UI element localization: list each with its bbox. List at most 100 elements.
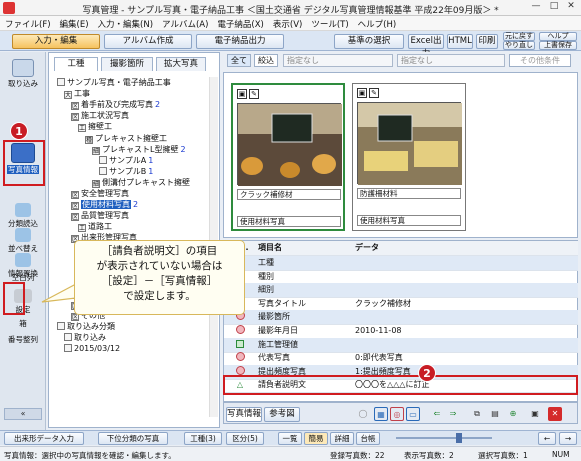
work-type-count-button[interactable]: 工種(3) — [184, 432, 222, 445]
photo-board-icon[interactable]: ▦ — [374, 407, 388, 421]
tab-photo-info[interactable]: 写真情報 — [226, 407, 262, 422]
tree-node-count: 1 — [148, 155, 154, 165]
menu-tools[interactable]: ツール(T) — [306, 16, 352, 30]
tree-node-label: 側溝付プレキャスト擁壁 — [102, 177, 190, 187]
paste-icon[interactable]: ▤ — [488, 407, 502, 421]
other-conditions-button[interactable]: その他条件 — [509, 54, 571, 67]
scale-icon[interactable]: ▭ — [406, 407, 420, 421]
menu-input[interactable]: 入力・編集(N) — [93, 16, 158, 30]
tree-node-type-icon — [99, 166, 107, 175]
tree-node[interactable]: 区施工状況写真 — [71, 111, 131, 122]
menu-delivery[interactable]: 電子納品(X) — [212, 16, 267, 30]
tree-node-count: 2 — [155, 100, 161, 110]
tab-album[interactable]: アルバム作成 — [104, 34, 192, 49]
tree-node[interactable]: 区着手前及び完成写真 2 — [71, 100, 161, 111]
prev-page-button[interactable]: ← — [538, 432, 556, 445]
tab-enlarged[interactable]: 拡大写真 — [156, 57, 206, 71]
tree-node[interactable]: 細プレキャストL型擁壁 2 — [92, 145, 186, 155]
tree-node[interactable]: 区使用材料写真 2 — [71, 200, 138, 211]
minimize-button[interactable]: — — [528, 1, 544, 14]
tree-node[interactable]: サンプルA 1 — [99, 155, 154, 166]
tree-node[interactable]: 取り込み分類 — [57, 322, 117, 332]
division-count-button[interactable]: 区分(5) — [226, 432, 264, 445]
undo-button[interactable]: 元に戻す — [503, 32, 535, 41]
move-down-icon[interactable]: ⇒ — [446, 407, 460, 421]
box-button[interactable]: 箱 — [4, 318, 42, 334]
tree-node-type-icon — [57, 322, 65, 331]
ledger-view-button[interactable]: 台帳 — [356, 432, 380, 445]
tree-node-label: 使用材料写真 — [81, 200, 131, 210]
collapse-sidebar-button[interactable]: « — [4, 408, 42, 420]
as-built-input-button[interactable]: 出来形データ入力 — [4, 432, 84, 445]
tree-node[interactable]: サンプル写真・電子納品工事 — [57, 78, 173, 88]
detail-view-button[interactable]: 詳細 — [330, 432, 354, 445]
property-value[interactable]: 0:即代表写真 — [355, 351, 555, 365]
import-icon — [12, 59, 34, 77]
zoom-slider-thumb[interactable] — [456, 433, 462, 443]
filter-narrow-button[interactable]: 絞込 — [254, 54, 278, 67]
tree-node-type-icon: 細 — [92, 146, 100, 155]
menu-album[interactable]: アルバム(A) — [157, 16, 212, 30]
filter-all-button[interactable]: 全て — [227, 54, 251, 67]
tree-node-label: 2015/03/12 — [74, 344, 121, 354]
excel-export-button[interactable]: Excel出力 — [408, 34, 444, 59]
move-up-icon[interactable]: ⇐ — [430, 407, 444, 421]
tab-input-edit[interactable]: 入力・編集 — [12, 34, 100, 49]
tree-node[interactable]: 工擁壁工 — [78, 122, 114, 133]
import-button[interactable]: 取り込み — [4, 58, 42, 91]
tree-node[interactable]: 区品質管理写真 — [71, 211, 131, 222]
bulb-icon[interactable]: ◯ — [356, 407, 370, 421]
menu-view[interactable]: 表示(V) — [268, 16, 306, 30]
info-icon[interactable]: ⊕ — [506, 407, 520, 421]
delete-icon[interactable]: ✕ — [548, 407, 562, 421]
menu-file[interactable]: ファイル(F) — [0, 16, 55, 30]
save-icon[interactable]: ▣ — [528, 407, 542, 421]
close-window-button[interactable]: ✕ — [563, 1, 579, 14]
tree-node[interactable]: 大工事 — [64, 89, 92, 100]
lower-class-photos-button[interactable]: 下位分類の写真 — [98, 432, 168, 445]
filter-select-2[interactable]: 指定なし — [397, 54, 505, 67]
property-value[interactable]: 2010-11-08 — [355, 324, 555, 338]
tree-node[interactable]: 区安全管理写真 — [71, 189, 131, 199]
mark-icon[interactable]: ◎ — [390, 407, 404, 421]
menu-bar: ファイル(F) 編集(E) 入力・編集(N) アルバム(A) 電子納品(X) 表示(V) ツ… — [0, 16, 581, 31]
left-icon-bar: 取り込み 写真情報 分類読込 並べ替え 情報置換 空白列 設定 箱 番号整列 « — [0, 52, 46, 432]
filter-select-1[interactable]: 指定なし — [283, 54, 393, 67]
copy-icon[interactable]: ⧉ — [470, 407, 484, 421]
tab-delivery[interactable]: 電子納品出力 — [196, 34, 284, 49]
tree-node[interactable]: 工道路工 — [78, 222, 114, 233]
zoom-slider[interactable] — [396, 437, 492, 439]
menu-help[interactable]: ヘルプ(H) — [353, 16, 401, 30]
tree-node-label: 取り込み — [74, 333, 106, 343]
overwrite-save-button[interactable]: 上書保存 — [539, 41, 577, 50]
menu-edit[interactable]: 編集(E) — [55, 16, 93, 30]
list-view-button[interactable]: 一覧 — [278, 432, 302, 445]
photo-caption-category: 使用材料写真 — [357, 215, 461, 226]
tree-node[interactable]: 細側溝付プレキャスト擁壁 — [92, 178, 192, 188]
property-value[interactable]: クラック補修材 — [355, 297, 555, 311]
tree-node[interactable]: 種プレキャスト擁壁工 — [85, 134, 169, 144]
tree-node[interactable]: 取り込み — [64, 333, 108, 343]
html-button[interactable]: HTML — [447, 34, 473, 49]
photo-card[interactable]: ▣ ✎ クラック補修材 使用材料写真 — [231, 83, 345, 231]
tree-node-label: 擁壁工 — [88, 122, 112, 132]
photo-card[interactable]: ▣ ✎ 防護柵材料 使用材料写真 — [352, 83, 466, 231]
tab-reference-figure[interactable]: 参考図 — [264, 407, 300, 422]
tab-location[interactable]: 撮影箇所 — [101, 57, 153, 71]
tree-node-label: 道路工 — [88, 222, 112, 232]
number-align-button[interactable]: 番号整列 — [4, 334, 42, 367]
callout-line-2: が表示されていない場合は — [96, 260, 223, 272]
next-page-button[interactable]: → — [559, 432, 577, 445]
tree-node-type-icon — [99, 155, 107, 164]
tree-node-type-icon: 細 — [92, 179, 100, 188]
select-standard-button[interactable]: 基準の選択 — [334, 34, 404, 49]
tree-node[interactable]: 2015/03/12 — [64, 344, 122, 354]
redo-button[interactable]: やり直し — [503, 41, 535, 50]
tab-work-type[interactable]: 工種 — [54, 57, 98, 71]
maximize-button[interactable]: □ — [546, 1, 562, 14]
help-button[interactable]: ヘルプ — [539, 32, 577, 41]
status-selected-photos: 選択写真数：1 — [478, 451, 528, 460]
print-button[interactable]: 印刷 — [476, 34, 498, 49]
tree-node[interactable]: サンプルB 1 — [99, 166, 153, 177]
simple-view-button[interactable]: 簡易 — [304, 432, 328, 445]
